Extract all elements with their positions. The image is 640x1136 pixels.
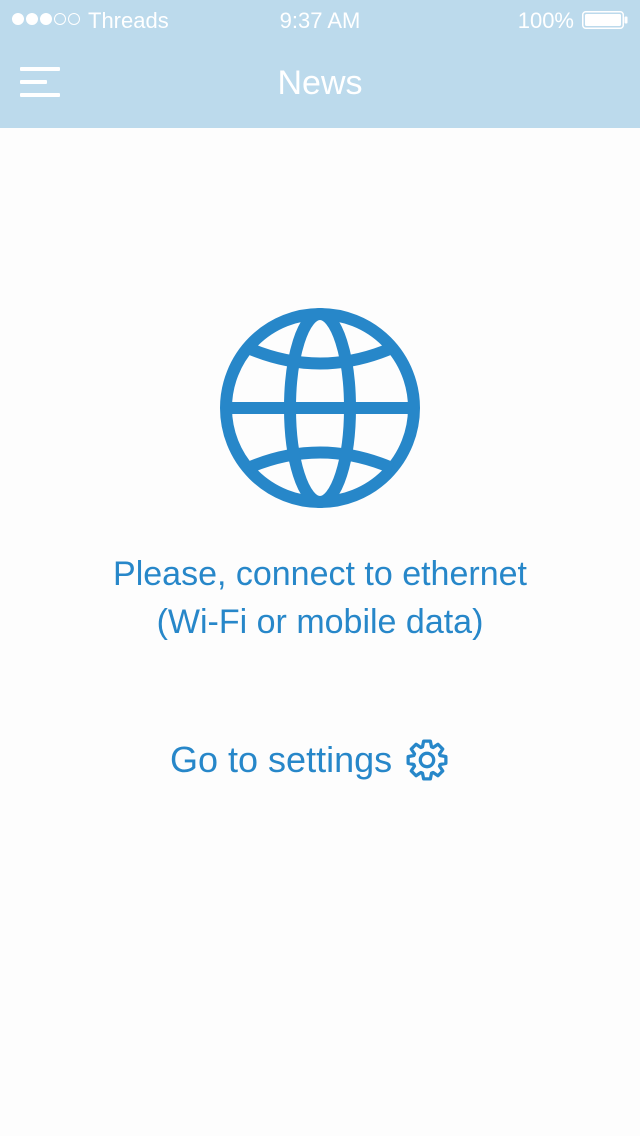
navigation-bar: News (0, 40, 640, 128)
offline-message-line: Please, connect to ethernet (113, 555, 527, 593)
battery-icon (582, 11, 628, 29)
gear-icon (406, 739, 448, 781)
battery-level-fill (585, 14, 621, 26)
offline-message-line: (Wi-Fi or mobile data) (156, 603, 484, 641)
app-header: Threads 9:37 AM 100% News (0, 0, 640, 128)
offline-message: Please, connect to ethernet (Wi-Fi or mo… (0, 550, 640, 646)
status-bar: Threads 9:37 AM 100% (0, 0, 640, 40)
page-title: News (277, 64, 363, 102)
battery-percent: 100% (517, 8, 574, 33)
go-to-settings-link[interactable]: Go to settings (170, 734, 450, 786)
settings-link-label: Go to settings (170, 739, 393, 780)
globe-icon (220, 308, 420, 508)
